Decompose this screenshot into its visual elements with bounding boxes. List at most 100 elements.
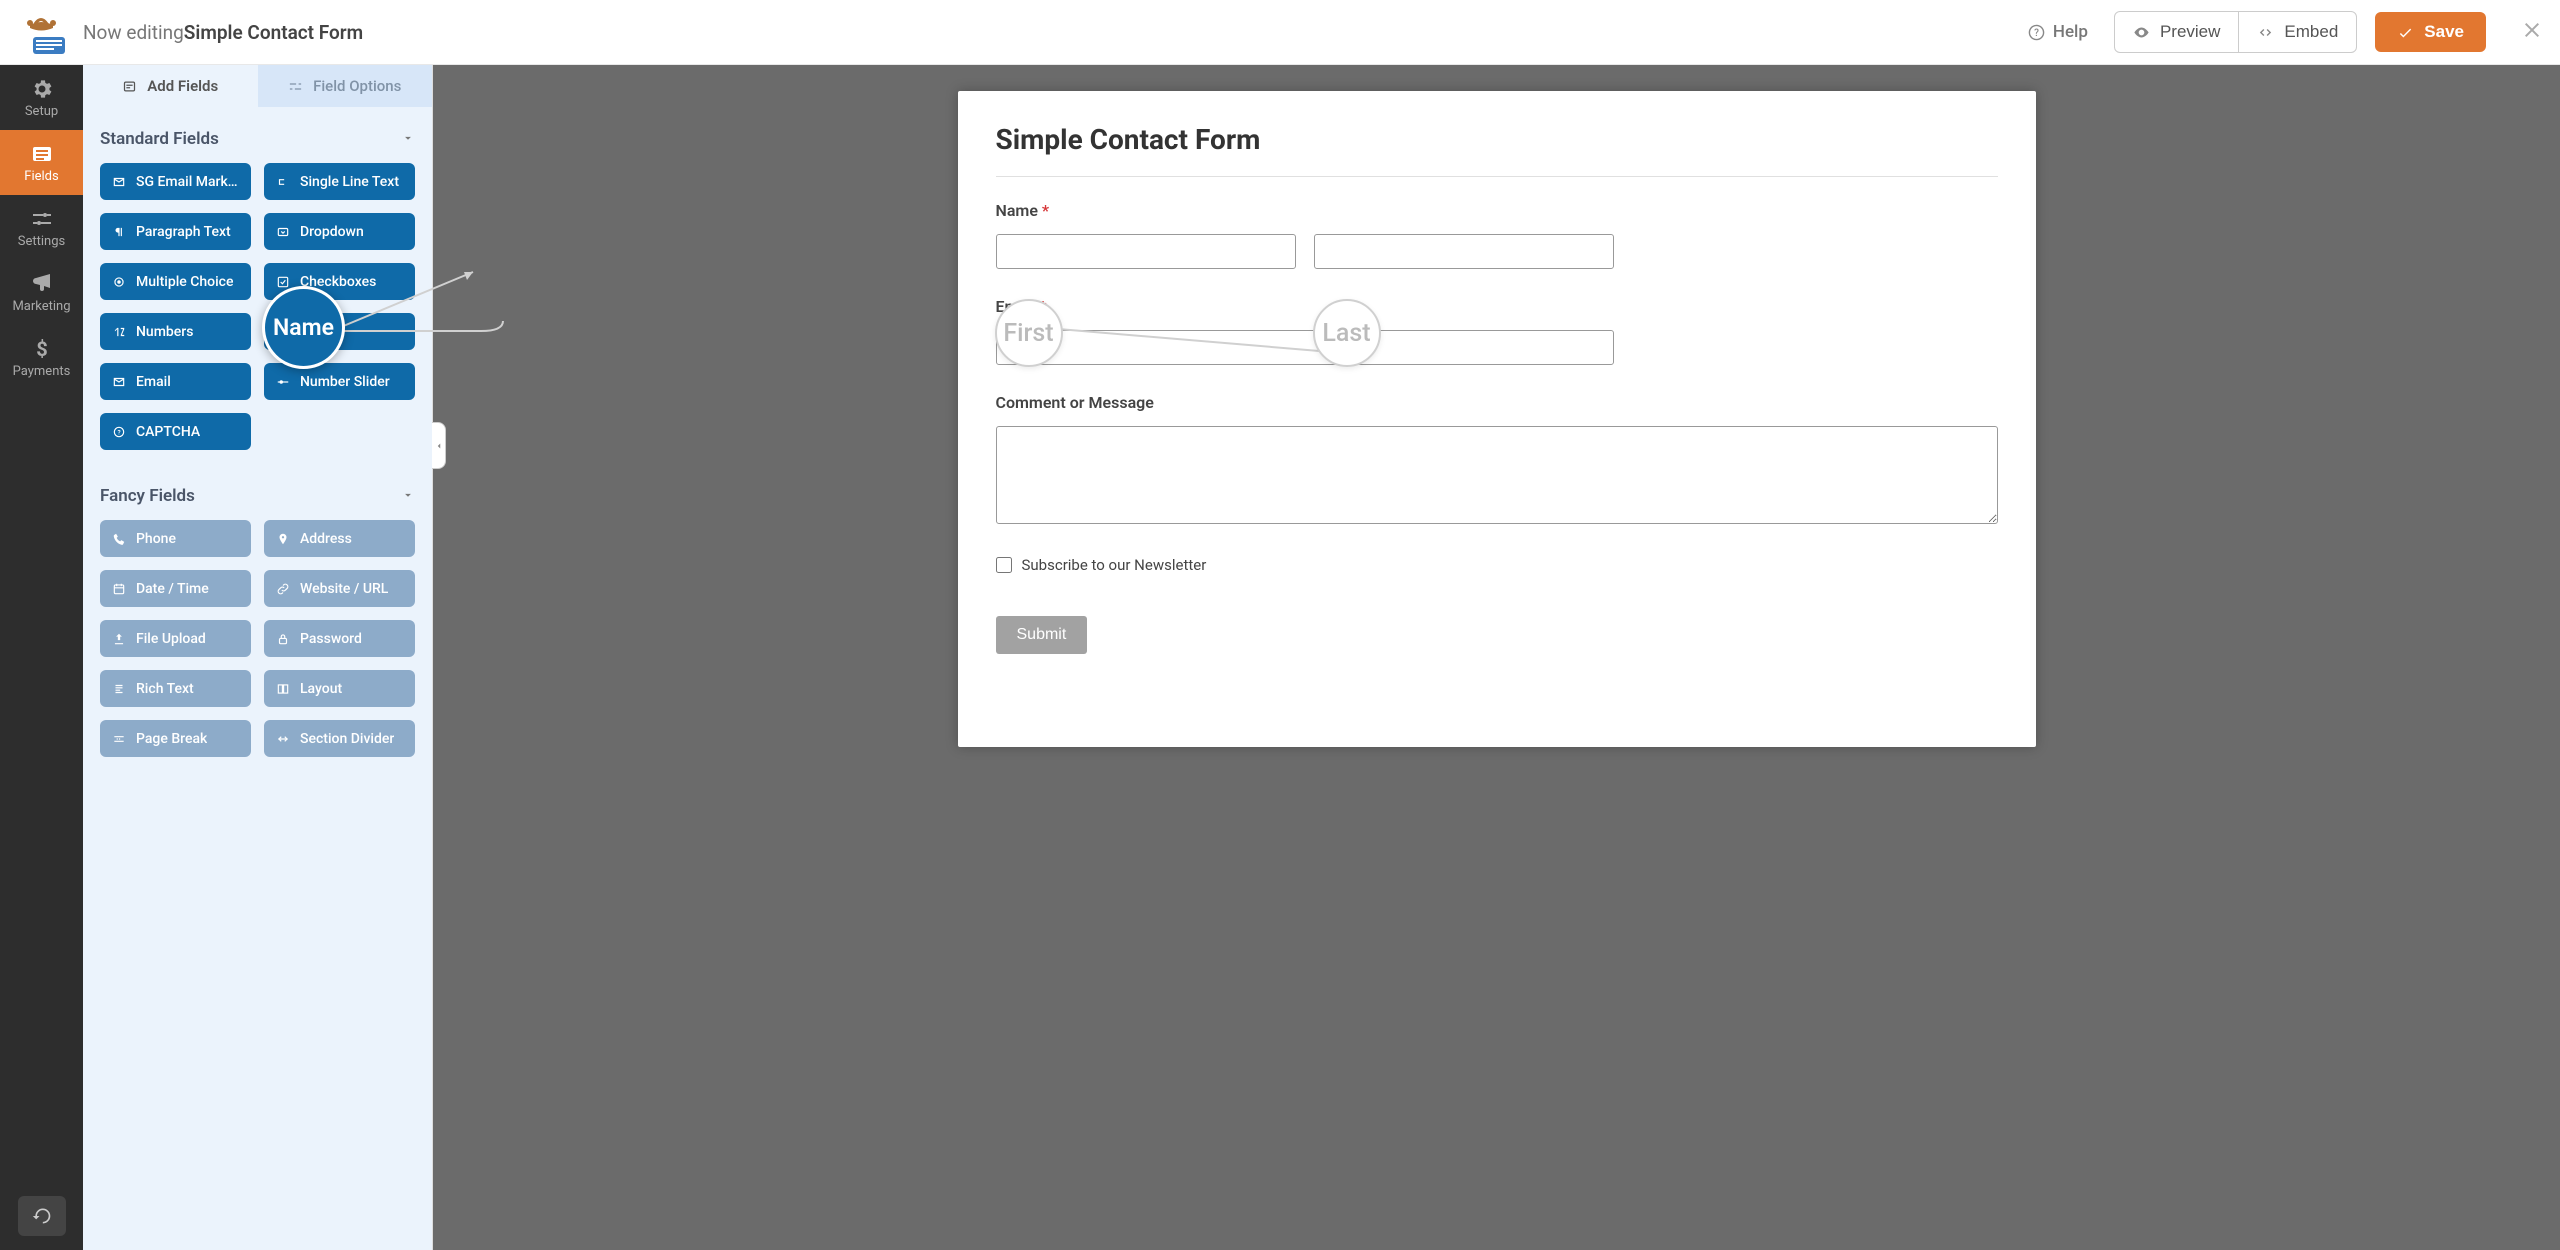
field-btn-address[interactable]: Address (264, 520, 415, 557)
field-comment[interactable]: Comment or Message (996, 393, 1998, 528)
field-btn-numbers[interactable]: Numbers (100, 313, 251, 350)
field-btn-paragraph-text[interactable]: Paragraph Text (100, 213, 251, 250)
newsletter-checkbox[interactable] (996, 557, 1012, 573)
field-btn-phone[interactable]: Phone (100, 520, 251, 557)
field-icon (112, 682, 126, 696)
field-btn-dropdown[interactable]: Dropdown (264, 213, 415, 250)
field-icon (276, 582, 290, 596)
chevron-left-icon (434, 441, 444, 451)
submit-button[interactable]: Submit (996, 616, 1088, 654)
field-icon (112, 632, 126, 646)
field-btn-label: Page Break (136, 731, 207, 747)
sidenav-payments[interactable]: $ Payments (0, 325, 83, 390)
save-button[interactable]: Save (2375, 12, 2486, 52)
field-btn-label: File Upload (136, 631, 206, 647)
form-title[interactable]: Simple Contact Form (996, 123, 1998, 177)
field-btn-label: Rich Text (136, 681, 194, 697)
field-btn-label: Email (136, 374, 171, 390)
field-icon (112, 375, 126, 389)
field-btn-label: CAPTCHA (136, 424, 200, 440)
field-btn-layout[interactable]: Layout (264, 670, 415, 707)
field-options-icon (288, 79, 303, 94)
field-icon (276, 225, 290, 239)
field-btn-label: Address (300, 531, 352, 547)
field-btn-label: Numbers (136, 324, 193, 340)
field-btn-name[interactable] (264, 313, 415, 350)
svg-text:?: ? (117, 428, 120, 436)
field-btn-sg-email-market-[interactable]: SG Email Market... (100, 163, 251, 200)
field-btn-single-line-text[interactable]: Single Line Text (264, 163, 415, 200)
field-btn-label: SG Email Market... (136, 174, 239, 190)
field-icon (112, 582, 126, 596)
field-btn-label: Password (300, 631, 362, 647)
close-button[interactable] (2520, 18, 2544, 46)
field-icon (112, 732, 126, 746)
wpforms-logo (17, 11, 66, 54)
field-icon: ? (112, 425, 126, 439)
field-btn-password[interactable]: Password (264, 620, 415, 657)
topbar: Now editing Simple Contact Form ? Help P… (0, 0, 2560, 65)
form-canvas[interactable]: Simple Contact Form Name* Email* Comme (958, 91, 2036, 747)
field-btn-captcha[interactable]: ? CAPTCHA (100, 413, 251, 450)
field-btn-website-url[interactable]: Website / URL (264, 570, 415, 607)
name-first-input[interactable] (996, 234, 1296, 269)
fields-scroll[interactable]: Standard Fields SG Email Market... Single… (83, 107, 432, 1250)
field-icon (112, 225, 126, 239)
collapse-panel-button[interactable] (432, 422, 446, 469)
name-last-input[interactable] (1314, 234, 1614, 269)
field-icon (276, 732, 290, 746)
canvas-wrap: Simple Contact Form Name* Email* Comme (433, 65, 2560, 1250)
add-fields-icon (122, 79, 137, 94)
field-icon (276, 325, 290, 339)
embed-button[interactable]: Embed (2238, 11, 2357, 53)
field-btn-checkboxes[interactable]: Checkboxes (264, 263, 415, 300)
history-button[interactable] (18, 1196, 66, 1236)
group-standard-header[interactable]: Standard Fields (100, 121, 415, 163)
sliders-icon (30, 207, 54, 231)
field-btn-file-upload[interactable]: File Upload (100, 620, 251, 657)
history-icon (32, 1206, 52, 1226)
preview-button[interactable]: Preview (2114, 11, 2239, 53)
field-btn-label: Dropdown (300, 224, 364, 240)
field-icon (112, 325, 126, 339)
field-name[interactable]: Name* (996, 201, 1998, 269)
field-btn-email[interactable]: Email (100, 363, 251, 400)
field-btn-multiple-choice[interactable]: Multiple Choice (100, 263, 251, 300)
email-input[interactable] (996, 330, 1614, 365)
dollar-icon: $ (30, 337, 54, 361)
field-btn-number-slider[interactable]: Number Slider (264, 363, 415, 400)
code-icon (2257, 24, 2274, 41)
close-icon (2520, 18, 2544, 42)
svg-text:$: $ (36, 337, 47, 361)
field-icon (112, 275, 126, 289)
bullhorn-icon (30, 272, 54, 296)
field-label-name: Name* (996, 201, 1998, 220)
field-btn-date-time[interactable]: Date / Time (100, 570, 251, 607)
builder-panel: Add Fields Field Options Standard Fields… (83, 65, 433, 1250)
field-btn-label: Multiple Choice (136, 274, 233, 290)
sidenav-settings[interactable]: Settings (0, 195, 83, 260)
comment-textarea[interactable] (996, 426, 1998, 524)
help-link[interactable]: ? Help (2014, 12, 2102, 52)
field-btn-label: Single Line Text (300, 174, 399, 190)
chevron-down-icon (401, 130, 415, 149)
sidenav-setup[interactable]: Setup (0, 65, 83, 130)
field-icon (276, 632, 290, 646)
logo-wrap (0, 11, 83, 54)
tab-add-fields[interactable]: Add Fields (83, 65, 258, 107)
sidenav-fields[interactable]: Fields (0, 130, 83, 195)
tab-field-options[interactable]: Field Options (258, 65, 433, 107)
field-btn-section-divider[interactable]: Section Divider (264, 720, 415, 757)
field-label-email: Email* (996, 297, 1998, 316)
group-fancy-header[interactable]: Fancy Fields (100, 478, 415, 520)
chevron-down-icon (401, 487, 415, 506)
field-newsletter[interactable]: Subscribe to our Newsletter (996, 556, 1998, 574)
field-icon (112, 175, 126, 189)
field-email[interactable]: Email* (996, 297, 1998, 365)
help-icon: ? (2028, 24, 2045, 41)
field-icon (276, 375, 290, 389)
sidenav-marketing[interactable]: Marketing (0, 260, 83, 325)
field-btn-page-break[interactable]: Page Break (100, 720, 251, 757)
newsletter-label: Subscribe to our Newsletter (1022, 556, 1207, 574)
field-btn-rich-text[interactable]: Rich Text (100, 670, 251, 707)
